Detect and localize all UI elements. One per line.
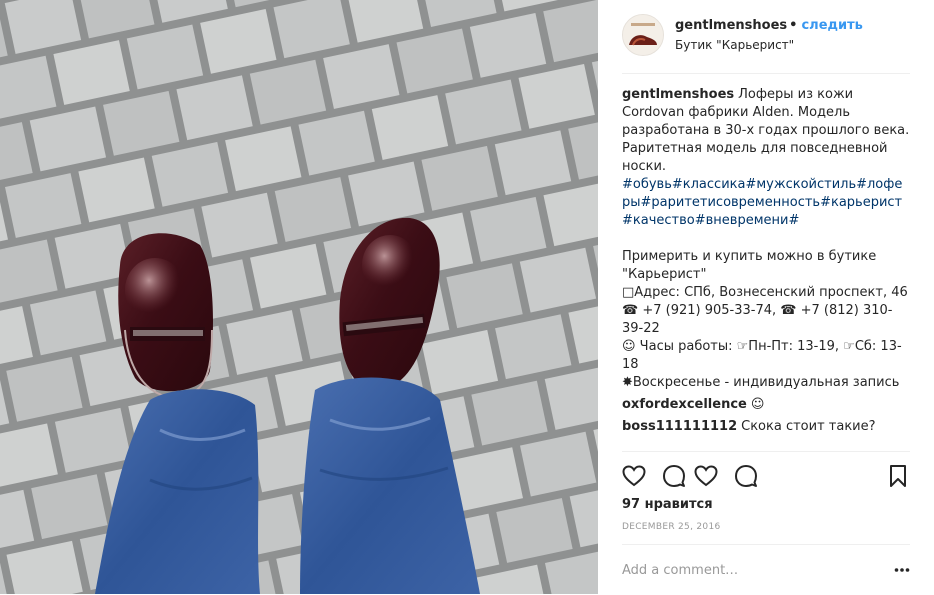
comment-item: boss111111112 Скока стоит такие? (622, 418, 910, 436)
likes-count[interactable]: 97 нравится (622, 497, 713, 512)
more-options-icon[interactable] (894, 562, 910, 578)
add-comment-section (622, 544, 910, 595)
post-header: gentlmenshoes • следить Бутик "Карьерист" (598, 0, 934, 74)
bookmark-icon[interactable] (886, 464, 910, 488)
comments-list: gentlmenshoes Лоферы из кожи Cordovan фаб… (622, 86, 910, 436)
post-sidebar: gentlmenshoes • следить Бутик "Карьерист" … (598, 0, 934, 594)
caption-details: Примерить и купить можно в бутике "Карье… (622, 249, 908, 390)
avatar-shoe-icon (623, 15, 663, 55)
comment-username[interactable]: boss111111112 (622, 419, 737, 434)
header-username[interactable]: gentlmenshoes (675, 18, 787, 33)
caption: gentlmenshoes Лоферы из кожи Cordovan фаб… (622, 86, 910, 392)
post-date[interactable]: DECEMBER 25, 2016 (622, 522, 721, 532)
comment-item: oxfordexcellence ☺ (622, 396, 910, 414)
action-bar (622, 451, 910, 500)
add-comment-input[interactable] (622, 559, 872, 581)
header-divider (622, 73, 910, 74)
post-photo[interactable] (0, 0, 598, 594)
header-user-line: gentlmenshoes • следить (675, 18, 863, 33)
post-image (0, 0, 598, 594)
comment-text: Скока стоит такие? (741, 419, 876, 434)
comment-icon[interactable] (662, 464, 686, 488)
follow-button[interactable]: следить (801, 18, 862, 33)
header-separator: • (789, 18, 798, 33)
comment-text: ☺ (750, 397, 765, 412)
heart-icon[interactable] (694, 464, 718, 488)
avatar[interactable] (622, 14, 664, 56)
caption-username[interactable]: gentlmenshoes (622, 87, 734, 102)
caption-hashtags[interactable]: #обувь#классика#мужскойстиль#лоферы#рари… (622, 176, 910, 230)
comment-icon[interactable] (734, 464, 758, 488)
location-link[interactable]: Бутик "Карьерист" (675, 38, 794, 52)
comment-username[interactable]: oxfordexcellence (622, 397, 747, 412)
heart-icon[interactable] (622, 464, 646, 488)
